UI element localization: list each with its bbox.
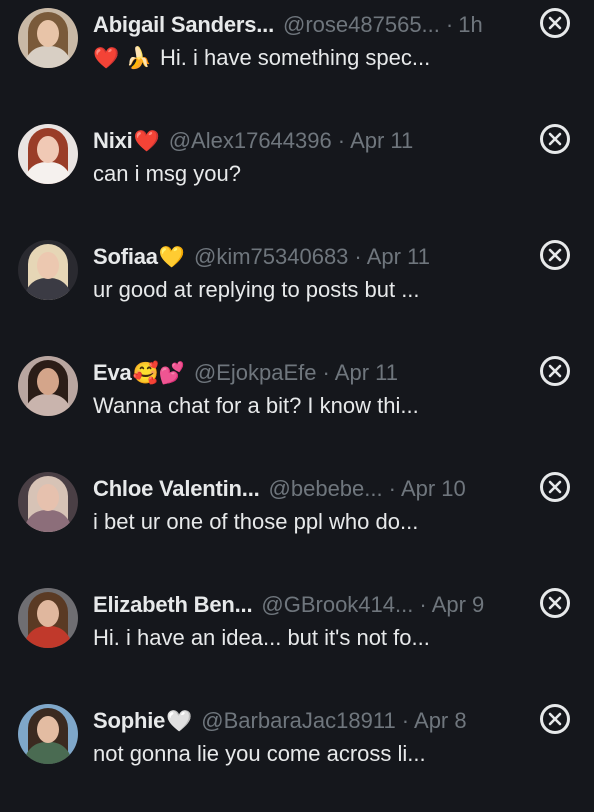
dismiss-button[interactable] — [540, 8, 570, 38]
preview-emoji: ❤️ 🍌 — [93, 45, 152, 70]
close-circle-icon — [548, 596, 562, 610]
sender-name[interactable]: Sophie — [93, 708, 165, 734]
message-request-row[interactable]: Chloe Valentin... @bebebe... · Apr 10 i … — [0, 464, 594, 580]
close-circle-icon — [548, 364, 562, 378]
dismiss-button[interactable] — [540, 588, 570, 618]
message-preview: i bet ur one of those ppl who do... — [93, 509, 419, 534]
timestamp: Apr 11 — [366, 244, 430, 269]
separator-dot: · — [322, 360, 330, 385]
sender-handle: @bebebe... — [268, 476, 383, 501]
dismiss-button[interactable] — [540, 124, 570, 154]
sender-line: Chloe Valentin... @bebebe... · Apr 10 — [93, 474, 466, 504]
close-circle-icon — [548, 132, 562, 146]
close-circle-icon — [548, 480, 562, 494]
message-request-row[interactable]: Sophie 🤍 @BarbaraJac18911 · Apr 8 not go… — [0, 696, 594, 812]
avatar[interactable] — [18, 704, 78, 764]
avatar-face — [37, 600, 59, 627]
avatar-face — [37, 716, 59, 743]
preview-line: can i msg you? — [93, 160, 241, 188]
sender-line: Eva 🥰💕 @EjokpaEfe · Apr 11 — [93, 358, 398, 388]
sender-line: Sophie 🤍 @BarbaraJac18911 · Apr 8 — [93, 706, 467, 736]
message-request-row[interactable]: Nixi ❤️ @Alex17644396 · Apr 11 can i msg… — [0, 116, 594, 232]
sender-handle: @rose487565... — [283, 12, 440, 37]
timestamp: Apr 11 — [334, 360, 398, 385]
avatar-face — [37, 368, 59, 395]
sender-handle: @GBrook414... — [261, 592, 414, 617]
separator-dot: · — [445, 12, 454, 37]
timestamp: Apr 10 — [400, 476, 466, 501]
preview-line: Wanna chat for a bit? I know thi... — [93, 392, 419, 420]
sender-handle: @BarbaraJac18911 — [201, 708, 396, 733]
dismiss-button[interactable] — [540, 356, 570, 386]
separator-dot: · — [419, 592, 427, 617]
sender-line: Sofiaa 💛 @kim75340683 · Apr 11 — [93, 242, 430, 272]
preview-line: i bet ur one of those ppl who do... — [93, 508, 418, 536]
close-circle-icon — [548, 248, 562, 262]
preview-line: ❤️ 🍌 Hi. i have something spec... — [93, 44, 430, 72]
preview-line: not gonna lie you come across li... — [93, 740, 426, 768]
message-preview: Hi. i have an idea... but it's not fo... — [93, 625, 430, 650]
avatar[interactable] — [18, 472, 78, 532]
avatar-face — [37, 252, 59, 279]
dismiss-button[interactable] — [540, 240, 570, 270]
sender-name[interactable]: Sofiaa — [93, 244, 158, 270]
message-request-row[interactable]: Elizabeth Ben... @GBrook414... · Apr 9 H… — [0, 580, 594, 696]
close-circle-icon — [548, 712, 562, 726]
dismiss-button[interactable] — [540, 704, 570, 734]
sender-line: Abigail Sanders... @rose487565... · 1h — [93, 10, 483, 40]
message-preview: Hi. i have something spec... — [159, 45, 431, 70]
separator-dot: · — [354, 244, 362, 269]
timestamp: Apr 8 — [414, 708, 467, 733]
message-request-row[interactable]: Abigail Sanders... @rose487565... · 1h ❤… — [0, 0, 594, 116]
separator-dot: · — [388, 476, 396, 501]
message-request-row[interactable]: Eva 🥰💕 @EjokpaEfe · Apr 11 Wanna chat fo… — [0, 348, 594, 464]
preview-line: ur good at replying to posts but ... — [93, 276, 420, 304]
separator-dot: · — [401, 708, 410, 733]
avatar[interactable] — [18, 240, 78, 300]
message-preview: ur good at replying to posts but ... — [93, 277, 420, 302]
sender-name[interactable]: Elizabeth Ben... — [93, 592, 253, 618]
avatar-face — [37, 20, 59, 47]
sender-line: Elizabeth Ben... @GBrook414... · Apr 9 — [93, 590, 484, 620]
separator-dot: · — [337, 128, 346, 153]
avatar[interactable] — [18, 124, 78, 184]
avatar-face — [37, 484, 59, 511]
sender-handle: @Alex17644396 — [168, 128, 332, 153]
timestamp: 1h — [458, 12, 483, 37]
dismiss-button[interactable] — [540, 472, 570, 502]
name-emoji: 💛 — [158, 244, 185, 269]
avatar-face — [37, 136, 59, 163]
timestamp: Apr 9 — [431, 592, 485, 617]
sender-name[interactable]: Eva — [93, 360, 132, 386]
avatar[interactable] — [18, 588, 78, 648]
avatar[interactable] — [18, 356, 78, 416]
message-preview: not gonna lie you come across li... — [93, 741, 426, 766]
avatar[interactable] — [18, 8, 78, 68]
sender-handle: @kim75340683 — [193, 244, 349, 269]
message-request-row[interactable]: Sofiaa 💛 @kim75340683 · Apr 11 ur good a… — [0, 232, 594, 348]
sender-handle: @EjokpaEfe — [193, 360, 317, 385]
preview-line: Hi. i have an idea... but it's not fo... — [93, 624, 430, 652]
timestamp: Apr 11 — [350, 128, 414, 153]
sender-name[interactable]: Nixi — [93, 128, 133, 154]
sender-line: Nixi ❤️ @Alex17644396 · Apr 11 — [93, 126, 413, 156]
name-emoji: 🤍 — [166, 708, 193, 733]
name-emoji: ❤️ — [133, 128, 160, 153]
sender-name[interactable]: Chloe Valentin... — [93, 476, 260, 502]
message-preview: can i msg you? — [93, 161, 241, 186]
sender-name[interactable]: Abigail Sanders... — [93, 12, 274, 38]
close-circle-icon — [548, 16, 562, 30]
message-preview: Wanna chat for a bit? I know thi... — [93, 393, 419, 418]
name-emoji: 🥰💕 — [132, 360, 185, 385]
